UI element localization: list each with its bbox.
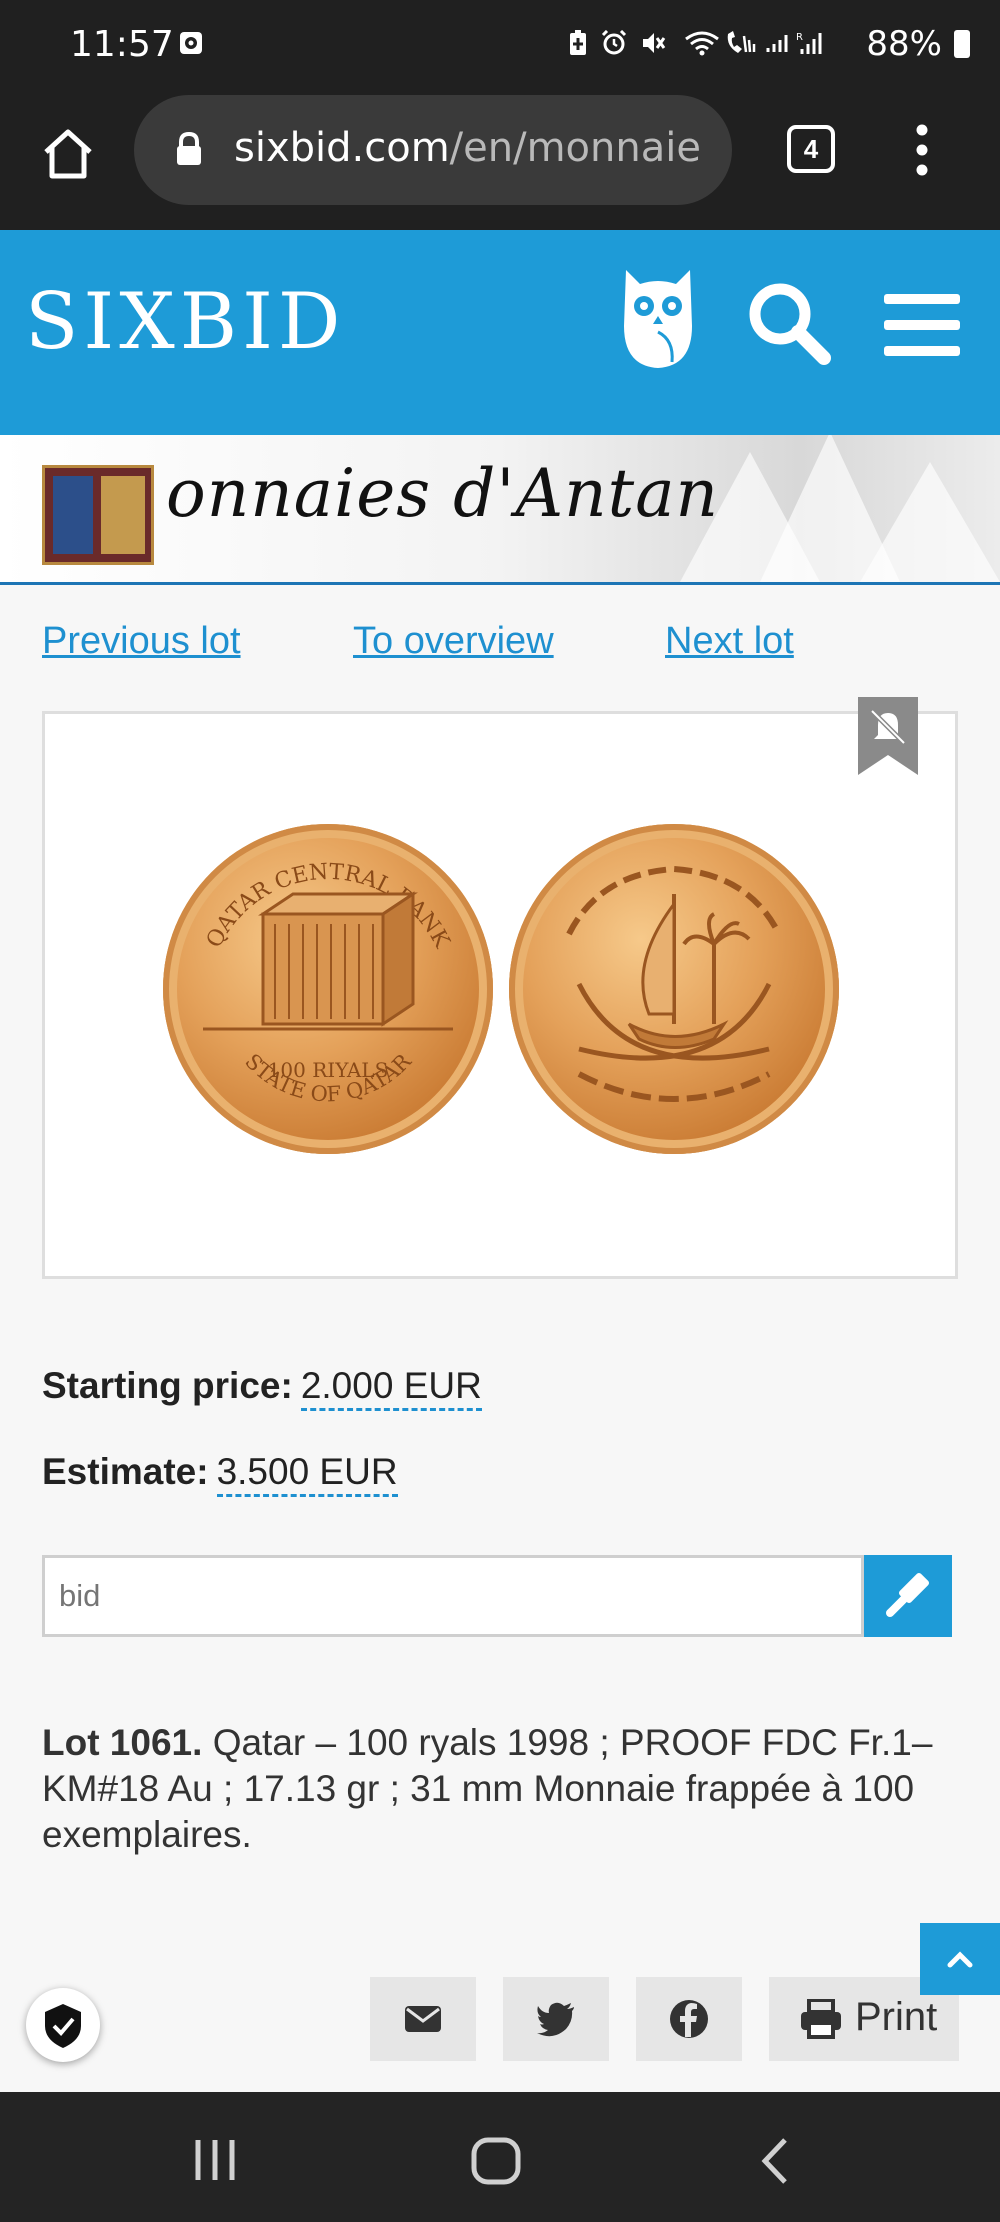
more-menu-icon[interactable] bbox=[912, 122, 932, 178]
owl-icon[interactable] bbox=[620, 266, 696, 370]
lot-description: Lot 1061. Qatar – 100 ryals 1998 ; PROOF… bbox=[42, 1720, 942, 1858]
sixbid-logo[interactable]: SIXBID bbox=[25, 277, 345, 367]
status-bar: 11:57 R 88% bbox=[0, 0, 1000, 90]
starting-price-value[interactable]: 2.000 EUR bbox=[300, 1365, 482, 1411]
share-email-button[interactable] bbox=[370, 1977, 476, 2061]
browser-toolbar: sixbid.com/en/monnaie 4 bbox=[0, 90, 1000, 230]
address-bar[interactable]: sixbid.com/en/monnaie bbox=[134, 95, 732, 205]
clock: 11:57 bbox=[70, 24, 174, 65]
tab-switcher-button[interactable]: 4 bbox=[787, 125, 835, 173]
alarm-icon bbox=[601, 30, 627, 55]
url-path: /en/monnaie bbox=[449, 125, 701, 171]
system-navigation-bar bbox=[0, 2092, 1000, 2222]
estimate-row: Estimate: 3.500 EUR bbox=[42, 1451, 398, 1497]
starting-price-label: Starting price: bbox=[42, 1365, 293, 1406]
lot-image[interactable]: QATAR CENTRAL BANK 100 RIYALS STATE OF Q… bbox=[42, 711, 958, 1279]
signal-icon bbox=[766, 35, 788, 52]
envelope-icon bbox=[405, 2006, 441, 2032]
next-lot-link[interactable]: Next lot bbox=[665, 620, 794, 663]
home-icon[interactable] bbox=[38, 124, 98, 184]
twitter-icon bbox=[537, 2002, 574, 2037]
share-twitter-button[interactable] bbox=[503, 1977, 609, 2061]
wifi-icon bbox=[685, 31, 719, 56]
lock-icon bbox=[177, 131, 201, 165]
share-facebook-button[interactable] bbox=[636, 1977, 742, 2061]
gavel-icon bbox=[886, 1572, 930, 1617]
previous-lot-link[interactable]: Previous lot bbox=[42, 620, 241, 663]
bid-input[interactable] bbox=[42, 1555, 864, 1637]
photo-notification-icon bbox=[180, 32, 202, 54]
search-icon[interactable] bbox=[744, 278, 832, 366]
privacy-shield-button[interactable] bbox=[26, 1988, 100, 2062]
auction-house-banner[interactable]: onnaies d'Antan bbox=[0, 435, 1000, 585]
wifi-call-icon bbox=[727, 31, 756, 53]
home-nav-icon[interactable] bbox=[470, 2136, 522, 2186]
coin-obverse: QATAR CENTRAL BANK 100 RIYALS STATE OF Q… bbox=[163, 824, 493, 1154]
auction-house-name: onnaies d'Antan bbox=[166, 455, 720, 532]
lot-number: Lot 1061. bbox=[42, 1722, 203, 1763]
estimate-label: Estimate: bbox=[42, 1451, 209, 1492]
hamburger-menu-icon[interactable] bbox=[884, 294, 960, 356]
to-overview-link[interactable]: To overview bbox=[353, 620, 554, 663]
battery-percent: 88% bbox=[866, 24, 942, 64]
url-host: sixbid.com bbox=[234, 125, 450, 171]
printer-icon bbox=[801, 1999, 841, 2039]
battery-icon bbox=[954, 30, 970, 58]
place-bid-button[interactable] bbox=[864, 1555, 952, 1637]
print-label: Print bbox=[855, 1995, 938, 2039]
estimate-value[interactable]: 3.500 EUR bbox=[216, 1451, 398, 1497]
site-header: SIXBID bbox=[0, 230, 1000, 435]
page: 11:57 R 88% sixbid.com/en/monnaie 4 SIXB… bbox=[0, 0, 1000, 2222]
shield-check-icon bbox=[45, 2004, 81, 2048]
mute-icon bbox=[643, 33, 666, 53]
coin-reverse bbox=[509, 824, 839, 1154]
back-icon[interactable] bbox=[755, 2136, 795, 2186]
scroll-to-top-button[interactable] bbox=[920, 1923, 1000, 1995]
svg-text:R: R bbox=[796, 32, 803, 43]
facebook-icon bbox=[670, 2000, 708, 2038]
battery-saver-icon bbox=[570, 30, 586, 55]
url-text: sixbid.com/en/monnaie bbox=[234, 125, 714, 171]
watch-lot-bookmark-icon[interactable] bbox=[858, 697, 918, 775]
recent-apps-icon[interactable] bbox=[190, 2136, 240, 2184]
illuminated-initial-m bbox=[42, 465, 154, 565]
starting-price-row: Starting price: 2.000 EUR bbox=[42, 1365, 482, 1411]
chevron-up-icon bbox=[947, 1951, 973, 1968]
roaming-signal-icon: R bbox=[796, 32, 822, 54]
